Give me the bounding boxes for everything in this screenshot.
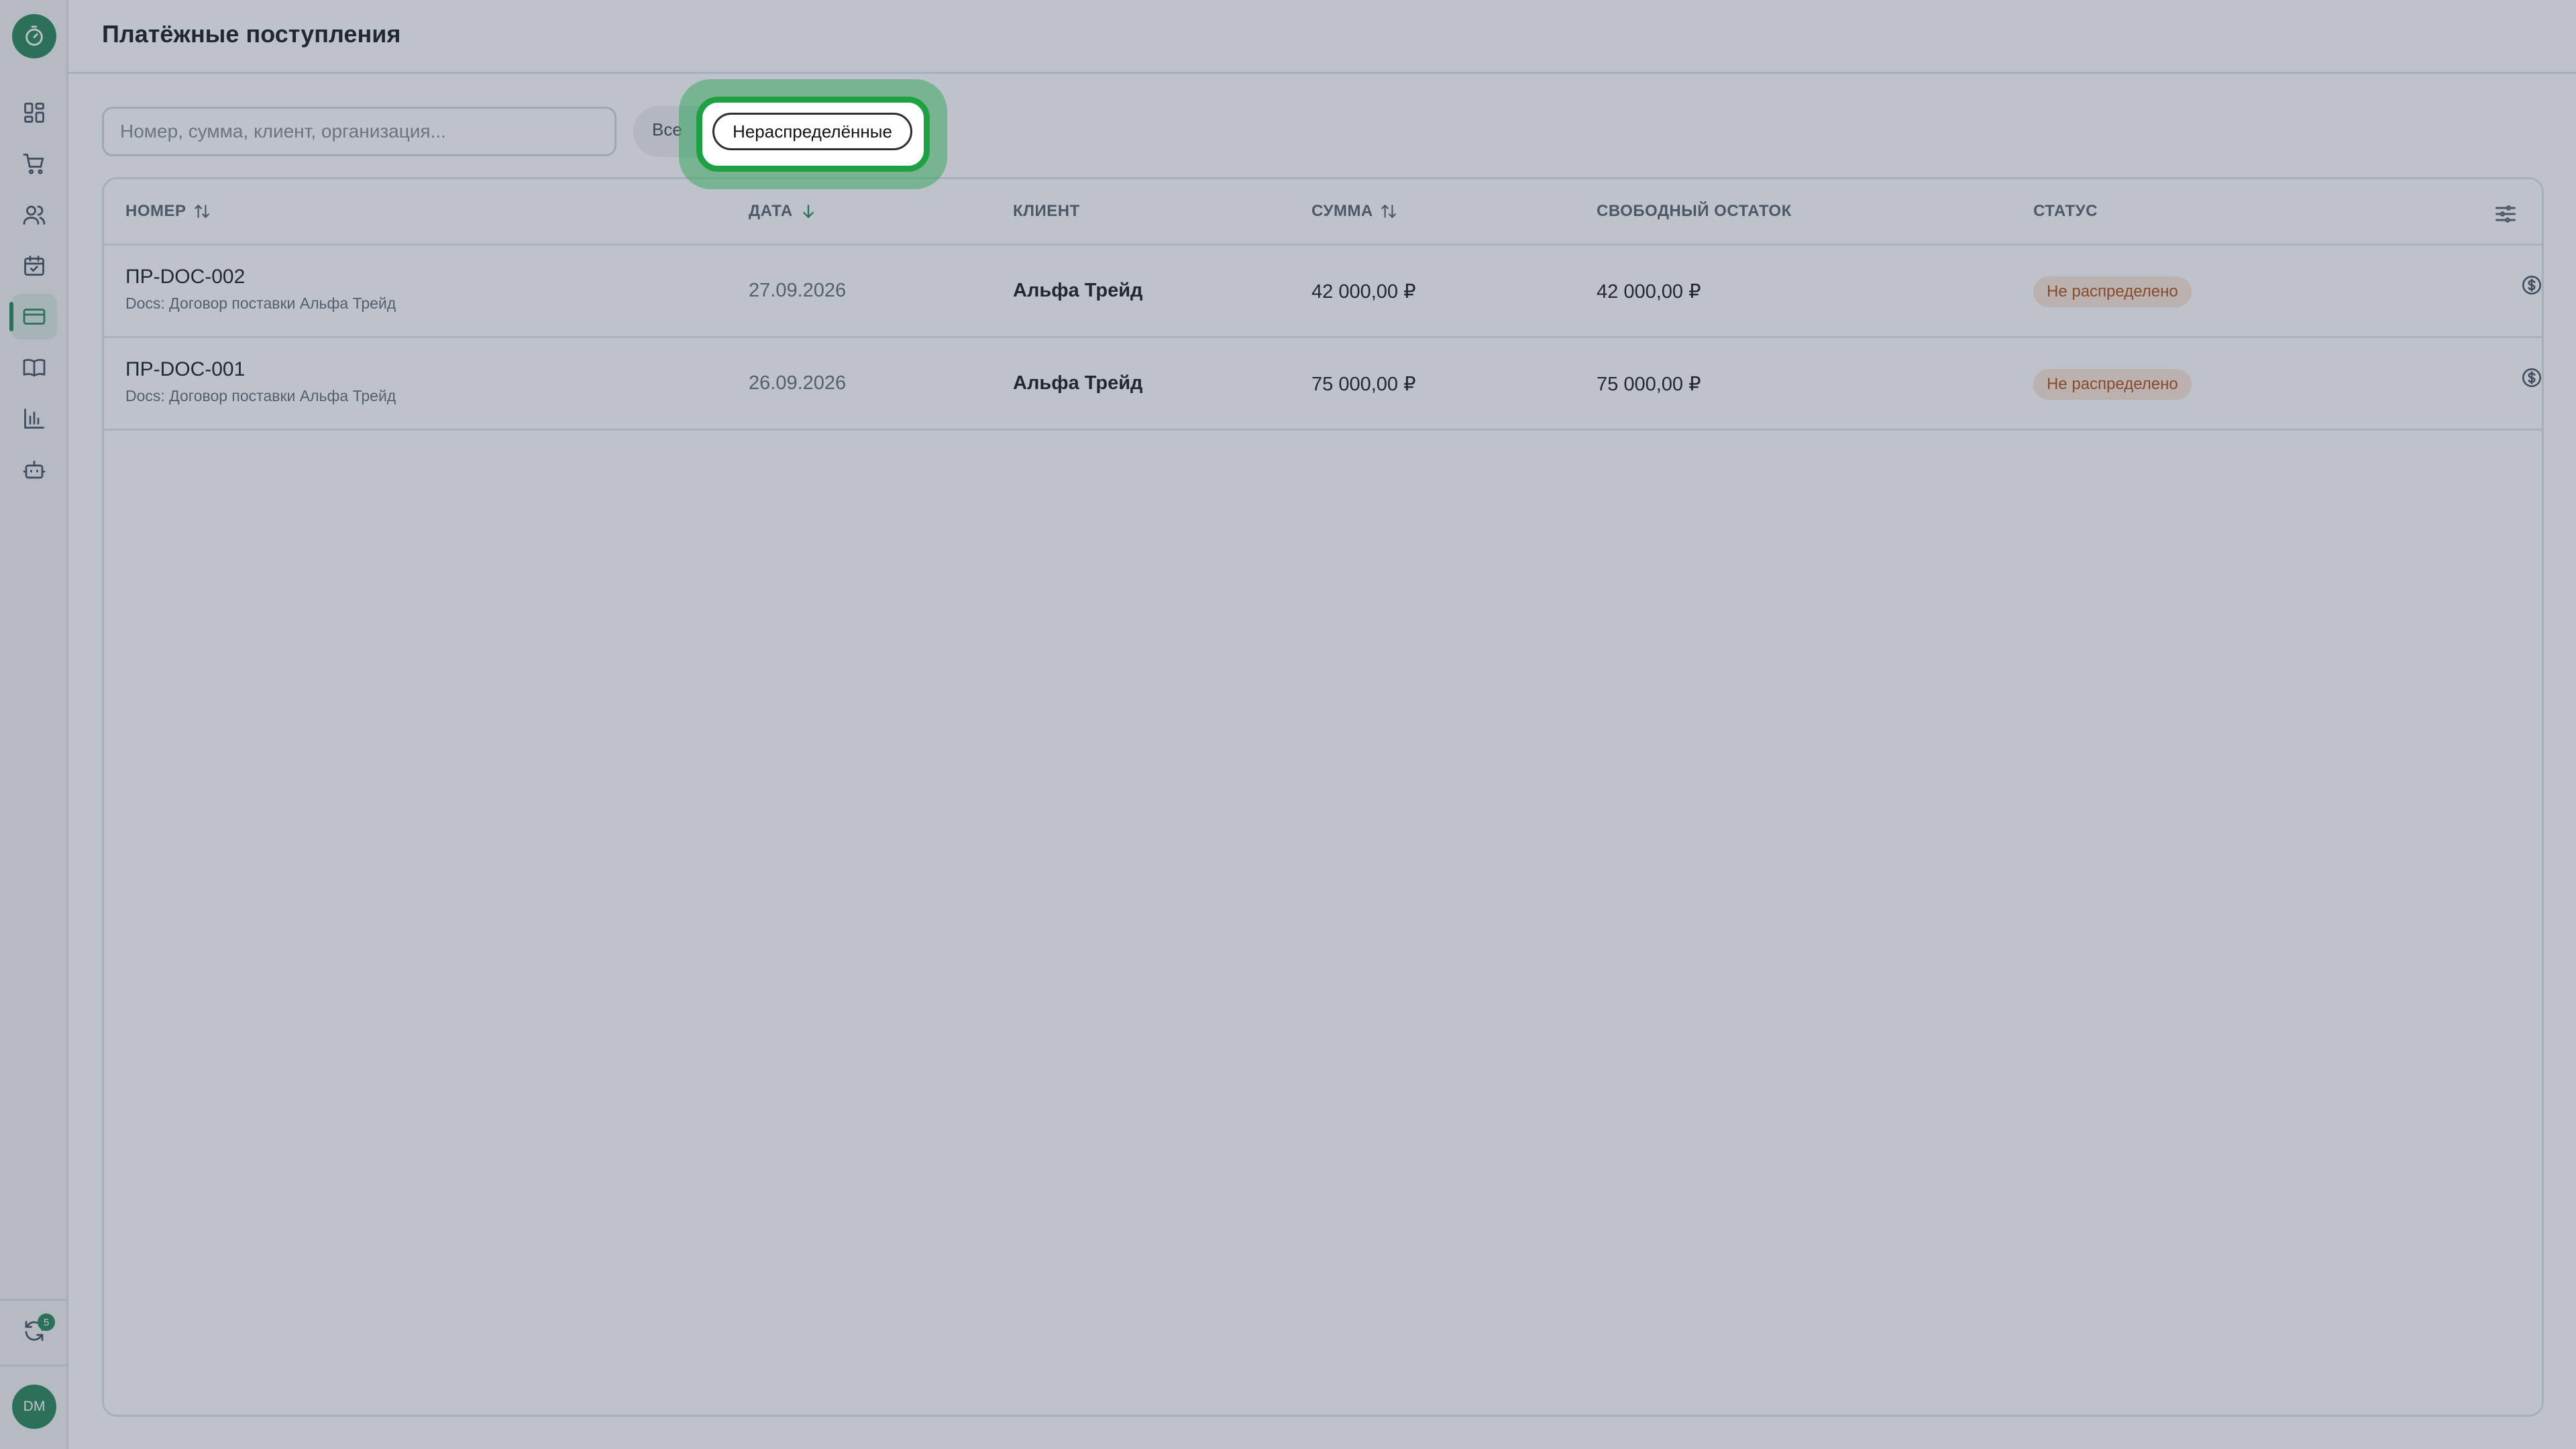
sidebar-item-dashboard[interactable] xyxy=(11,90,57,136)
sidebar-item-clients[interactable] xyxy=(11,192,57,237)
sidebar-item-payments[interactable] xyxy=(9,294,57,339)
column-label: СВОБОДНЫЙ ОСТАТОК xyxy=(1597,202,1792,220)
payment-amount: 42 000,00 ₽ xyxy=(1311,281,1416,303)
cart-icon xyxy=(23,154,44,174)
header: Платёжные поступления xyxy=(68,0,2576,74)
logo[interactable] xyxy=(12,14,56,58)
sidebar-item-bot[interactable] xyxy=(11,447,57,492)
column-label: СТАТУС xyxy=(2033,202,2098,220)
status-badge: Не распределено xyxy=(2033,369,2192,400)
sidebar-item-orders[interactable] xyxy=(11,141,57,186)
column-header-date[interactable]: ДАТА xyxy=(749,202,817,221)
payment-client: Альфа Трейд xyxy=(1013,280,1143,301)
book-icon xyxy=(23,359,46,377)
column-label: КЛИЕНТ xyxy=(1013,202,1080,220)
filter-unallocated-tab[interactable]: Нераспределённые xyxy=(712,113,912,150)
table-row[interactable]: ПР-DOC-001 Docs: Договор поставки Альфа … xyxy=(104,338,2542,431)
app-root: 5 DM Платёжные поступления Все НОМЕР ДАТ… xyxy=(0,0,2576,1449)
column-header-free-balance: СВОБОДНЫЙ ОСТАТОК xyxy=(1597,202,1792,221)
sidebar: 5 DM xyxy=(0,0,68,1449)
bar-chart-icon xyxy=(24,409,44,429)
payment-number: ПР-DOC-001 xyxy=(125,358,246,380)
payment-free-balance: 75 000,00 ₽ xyxy=(1597,374,1701,395)
avatar[interactable]: DM xyxy=(12,1385,56,1429)
payments-table: НОМЕР ДАТА КЛИЕНТ СУММА СВОБОДНЫЙ ОСТАТО… xyxy=(102,177,2544,1417)
payment-document: Docs: Договор поставки Альфа Трейд xyxy=(125,294,396,312)
credit-card-icon xyxy=(23,309,46,325)
sidebar-divider xyxy=(0,1364,68,1366)
column-label: ДАТА xyxy=(749,202,793,220)
payment-number: ПР-DOC-002 xyxy=(125,266,246,288)
users-icon xyxy=(23,205,46,225)
sidebar-divider xyxy=(0,1299,68,1301)
sidebar-item-reports[interactable] xyxy=(11,396,57,441)
status-badge: Не распределено xyxy=(2033,276,2192,307)
column-header-status: СТАТУС xyxy=(2033,202,2098,221)
search-input[interactable] xyxy=(102,107,616,156)
sort-icon xyxy=(194,204,209,219)
column-header-number[interactable]: НОМЕР xyxy=(125,202,211,221)
stopwatch-icon xyxy=(25,25,43,46)
payment-amount: 75 000,00 ₽ xyxy=(1311,374,1416,395)
payment-document: Docs: Договор поставки Альфа Трейд xyxy=(125,387,396,405)
table-header: НОМЕР ДАТА КЛИЕНТ СУММА СВОБОДНЫЙ ОСТАТО… xyxy=(104,179,2542,246)
calendar-check-icon xyxy=(24,256,44,276)
sort-icon xyxy=(1381,204,1396,219)
column-label: НОМЕР xyxy=(125,202,186,220)
allocate-button[interactable] xyxy=(2520,274,2542,301)
page-title: Платёжные поступления xyxy=(102,20,401,48)
payment-date: 26.09.2026 xyxy=(749,372,847,394)
dashboard-icon xyxy=(24,103,44,123)
column-settings-icon[interactable] xyxy=(2493,202,2518,226)
column-header-amount[interactable]: СУММА xyxy=(1311,202,1397,221)
sort-desc-icon xyxy=(803,205,814,219)
payment-free-balance: 42 000,00 ₽ xyxy=(1597,281,1701,303)
column-header-client: КЛИЕНТ xyxy=(1013,202,1080,221)
allocate-button[interactable] xyxy=(2520,366,2542,393)
payment-date: 27.09.2026 xyxy=(749,280,847,301)
bot-icon xyxy=(23,460,46,479)
dollar-circle-icon xyxy=(2522,368,2542,388)
table-row[interactable]: ПР-DOC-002 Docs: Договор поставки Альфа … xyxy=(104,246,2542,338)
dollar-circle-icon xyxy=(2522,275,2542,295)
filter-all-tab[interactable]: Все xyxy=(652,119,682,140)
sidebar-item-calendar[interactable] xyxy=(11,243,57,288)
payment-client: Альфа Трейд xyxy=(1013,372,1143,394)
column-label: СУММА xyxy=(1311,202,1373,220)
sidebar-item-catalog[interactable] xyxy=(11,345,57,390)
sync-count-badge: 5 xyxy=(38,1313,55,1331)
